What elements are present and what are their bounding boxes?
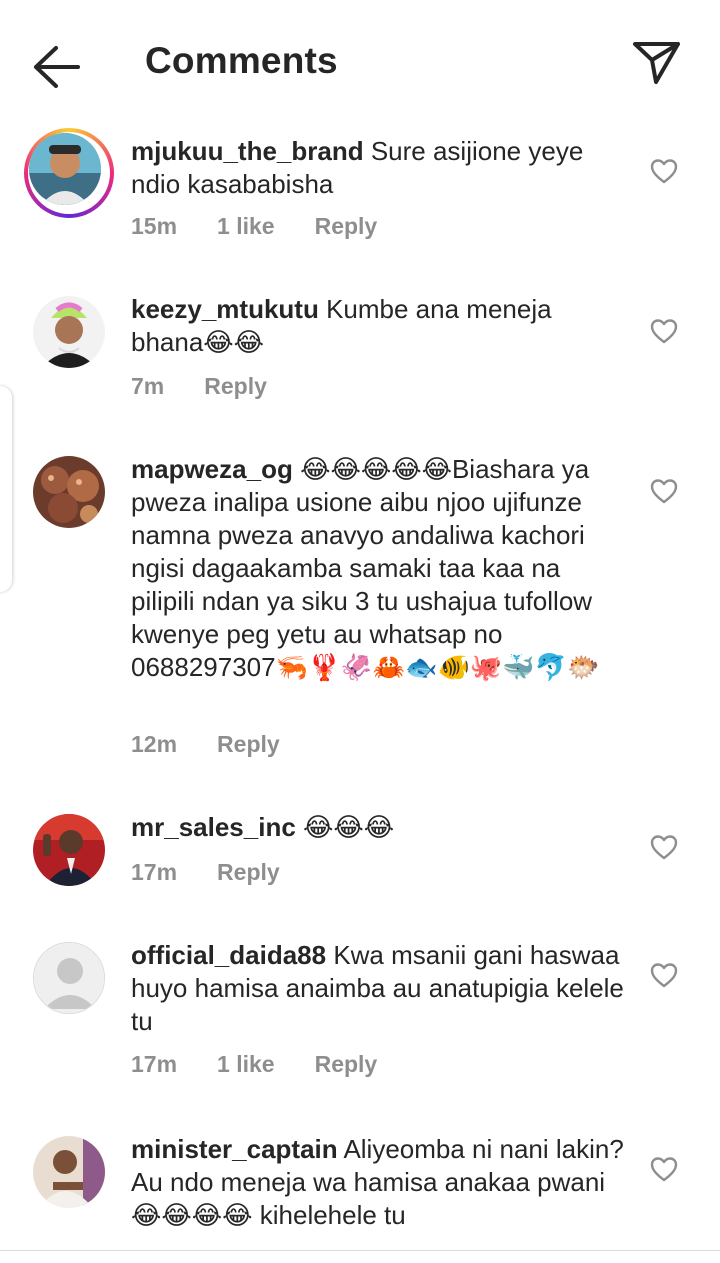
comment-time: 17m [131, 1051, 178, 1077]
divider [0, 1250, 720, 1251]
comment-meta: 15m 1 like Reply [131, 213, 377, 240]
paper-plane-icon [633, 42, 680, 84]
side-panel-handle[interactable] [0, 386, 12, 592]
comment-username[interactable]: minister_captain [131, 1134, 338, 1164]
heart-icon[interactable] [650, 962, 678, 988]
comment-time: 15m [131, 213, 178, 239]
avatar[interactable] [33, 296, 105, 368]
comment-text: mr_sales_inc 😂😂😂 [131, 811, 631, 844]
comment-time: 17m [131, 859, 178, 885]
header-bar: Comments [0, 0, 720, 120]
comment-meta: 12m Reply [131, 731, 280, 758]
avatar[interactable] [33, 942, 105, 1014]
comment-meta: 7m Reply [131, 373, 267, 400]
comment-text: minister_captain Aliyeomba ni nani lakin… [131, 1133, 631, 1232]
avatar[interactable] [33, 814, 105, 886]
heart-icon[interactable] [650, 478, 678, 504]
reply-button[interactable]: Reply [315, 1051, 378, 1078]
comment-text: mjukuu_the_brand Sure asijione yeye ndio… [131, 135, 631, 201]
heart-icon[interactable] [650, 1156, 678, 1182]
avatar[interactable] [29, 133, 101, 205]
comment-body: 😂😂😂 [303, 812, 395, 842]
share-button[interactable] [630, 38, 684, 88]
comment-meta: 17m Reply [131, 859, 280, 886]
comment-likes[interactable]: 1 like [217, 1051, 275, 1078]
comment-username[interactable]: official_daida88 [131, 940, 326, 970]
heart-icon[interactable] [650, 158, 678, 184]
comment-username[interactable]: keezy_mtukutu [131, 294, 319, 324]
avatar[interactable] [33, 456, 105, 528]
back-button[interactable] [28, 40, 84, 94]
comment-text: mapweza_og 😂😂😂😂😂Biashara ya pweza inalip… [131, 453, 631, 684]
reply-button[interactable]: Reply [204, 373, 267, 400]
arrow-left-icon [34, 46, 80, 88]
page-title: Comments [145, 40, 338, 81]
comment-meta: 17m 1 like Reply [131, 1051, 377, 1078]
comment-username[interactable]: mjukuu_the_brand [131, 136, 364, 166]
avatar[interactable] [33, 1136, 105, 1208]
story-ring[interactable] [24, 128, 114, 218]
comment-username[interactable]: mapweza_og [131, 454, 293, 484]
comment-text: official_daida88 Kwa msanii gani haswaa … [131, 939, 631, 1038]
reply-button[interactable]: Reply [217, 859, 280, 886]
comment-text: keezy_mtukutu Kumbe ana meneja bhana😂😂 [131, 293, 631, 359]
heart-icon[interactable] [650, 318, 678, 344]
comment-time: 7m [131, 373, 165, 399]
reply-button[interactable]: Reply [217, 731, 280, 758]
comment-time: 12m [131, 731, 178, 757]
comment-body: 😂😂😂😂😂Biashara ya pweza inalipa usione ai… [131, 454, 600, 682]
reply-button[interactable]: Reply [315, 213, 378, 240]
heart-icon[interactable] [650, 834, 678, 860]
comment-username[interactable]: mr_sales_inc [131, 812, 296, 842]
comment-likes[interactable]: 1 like [217, 213, 275, 240]
